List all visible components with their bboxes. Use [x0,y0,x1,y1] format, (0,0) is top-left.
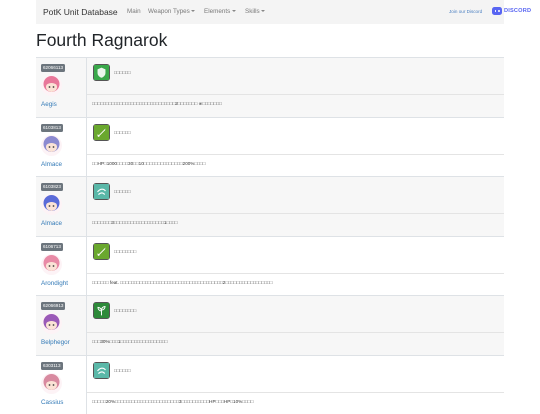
discord-link[interactable]: DISCORD [492,6,531,16]
unit-cell: 62066913 Belphegor [36,296,87,355]
skill-header: □□□□□□ [87,356,504,393]
nav-skills[interactable]: Skills [245,8,265,15]
skill-header: □□□□□□□□ [87,296,504,333]
nav-elements[interactable]: Elements [204,8,236,15]
skill-name: □□□□□□□□ [114,249,136,254]
unit-avatar[interactable] [41,254,62,275]
unit-id-badge: 6103823 [41,183,63,191]
unit-name-link[interactable]: Arondight [41,280,68,287]
skill-description: □□□□□□□□□□□□□□□□□□□□□□□□□□□□□□2□□□□□□□ ※… [92,101,222,107]
brand-link[interactable]: PotK Unit Database [43,7,118,17]
skill-description: □□□□□20%□□□□□□□□□□□□□□□□□□□□□□□3□□□□□□□□… [92,399,253,404]
skill-cell: □□□□□□ □□□□□□□3□□□□□□□□□□□□□□□□□□1□□□□ [87,177,504,236]
nav-weapon-types[interactable]: Weapon Types [148,8,195,15]
unit-name-link[interactable]: Aegis [41,101,57,108]
skill-name: □□□□□□□□ [114,308,136,313]
unit-cell: 62066113 Aegis [36,58,87,117]
chevron-down-icon [191,10,195,12]
skill-header: □□□□□□□□ [87,237,504,274]
avatar-image [41,254,62,275]
nav-weapon-types-label: Weapon Types [148,8,190,15]
unit-table: 62066113Aegis□□□□□□□□□□□□□□□□□□□□□□□□□□□… [36,57,504,414]
avatar-image [41,135,62,156]
table-row: 6106713 Arondight □□□□□□□□ □□□□□□ feat. □□□… [36,236,504,296]
unit-avatar[interactable] [41,313,62,334]
unit-name-link[interactable]: Cassius [41,399,63,406]
avatar-image [41,194,62,215]
unit-avatar[interactable] [41,194,62,215]
wind-skill-icon [93,362,110,379]
table-row: 6303113 Cassius □□□□□□ □□□□□20%□□□□□□□□□□□□… [36,355,504,414]
unit-avatar[interactable] [41,75,62,96]
skill-cell: □□□□□□ □□HP□1000□□□□30□□10□□□□□□□□□□□□□□2… [87,118,504,177]
nav-elements-label: Elements [204,8,230,15]
chevron-down-icon [232,10,236,12]
sword-skill-icon [93,243,110,260]
page-title: Fourth Ragnarok [36,30,167,51]
unit-avatar[interactable] [41,373,62,394]
unit-name-link[interactable]: Belphegor [41,339,70,346]
nav-main[interactable]: Main [127,8,141,15]
skill-name: □□□□□□ [114,130,131,135]
nav-skills-label: Skills [245,8,260,15]
unit-cell: 6106713 Arondight [36,237,87,296]
table-row: 6103813 Almace □□□□□□ □□HP□1000□□□□30□□10□□… [36,117,504,177]
skill-cell: □□□□□□□□ □□□□□□ feat. □□□□□□□□□□□□□□□□□□□… [87,237,504,296]
skill-description: □□□30%□□□1□□□□□□□□□□□□□□□□□ [92,339,168,344]
join-discord-link[interactable]: Join our Discord [449,9,482,14]
unit-name-link[interactable]: Almace [41,161,62,168]
avatar-image [41,313,62,334]
skill-cell: □□□□□□□□ □□□30%□□□1□□□□□□□□□□□□□□□□□ [87,296,504,355]
discord-icon [492,7,502,15]
table-row: 6103823 Almace □□□□□□ □□□□□□□3□□□□□□□□□□□□□… [36,176,504,236]
unit-id-badge: 6103813 [41,124,63,132]
skill-name: □□□□□□ [114,189,131,194]
avatar-image [41,75,62,96]
wind-skill-icon [93,183,110,200]
table-row: 62066113Aegis□□□□□□□□□□□□□□□□□□□□□□□□□□□… [36,57,504,117]
skill-description: □□HP□1000□□□□30□□10□□□□□□□□□□□□□□200%□□□… [92,161,206,166]
skill-description: □□□□□□ feat. □□□□□□□□□□□□□□□□□□□□□□□□□□□… [92,280,273,285]
unit-id-badge: 62066913 [41,302,65,310]
unit-id-badge: 62066113 [41,64,65,72]
sword-skill-icon [93,124,110,141]
skill-name: □□□□□□ [114,368,131,373]
unit-cell: 6103813 Almace [36,118,87,177]
avatar-image [41,373,62,394]
skill-cell: □□□□□□ □□□□□20%□□□□□□□□□□□□□□□□□□□□□□□3□□… [87,356,504,414]
unit-id-badge: 6106713 [41,243,63,251]
skill-name: □□□□□□ [114,70,131,75]
skill-header: □□□□□□ [87,118,504,155]
skill-description: □□□□□□□3□□□□□□□□□□□□□□□□□□1□□□□ [92,220,178,225]
skill-header: □□□□□□ [87,177,504,214]
chevron-down-icon [261,10,265,12]
shield-skill-icon [93,64,110,81]
unit-cell: 6303113 Cassius [36,356,87,414]
skill-header: □□□□□□ [87,58,504,95]
skill-cell: □□□□□□ □□□□□□□□□□□□□□□□□□□□□□□□□□□□□□2□□□… [87,58,504,117]
discord-wordmark: DISCORD [504,8,531,14]
plant-skill-icon [93,302,110,319]
unit-id-badge: 6303113 [41,362,63,370]
unit-name-link[interactable]: Almace [41,220,62,227]
unit-avatar[interactable] [41,135,62,156]
table-row: 62066913 Belphegor □□□□□□□□ □□□30%□□□1□□□□□… [36,295,504,355]
unit-cell: 6103823 Almace [36,177,87,236]
navbar: PotK Unit Database Main Weapon Types Ele… [36,0,504,24]
